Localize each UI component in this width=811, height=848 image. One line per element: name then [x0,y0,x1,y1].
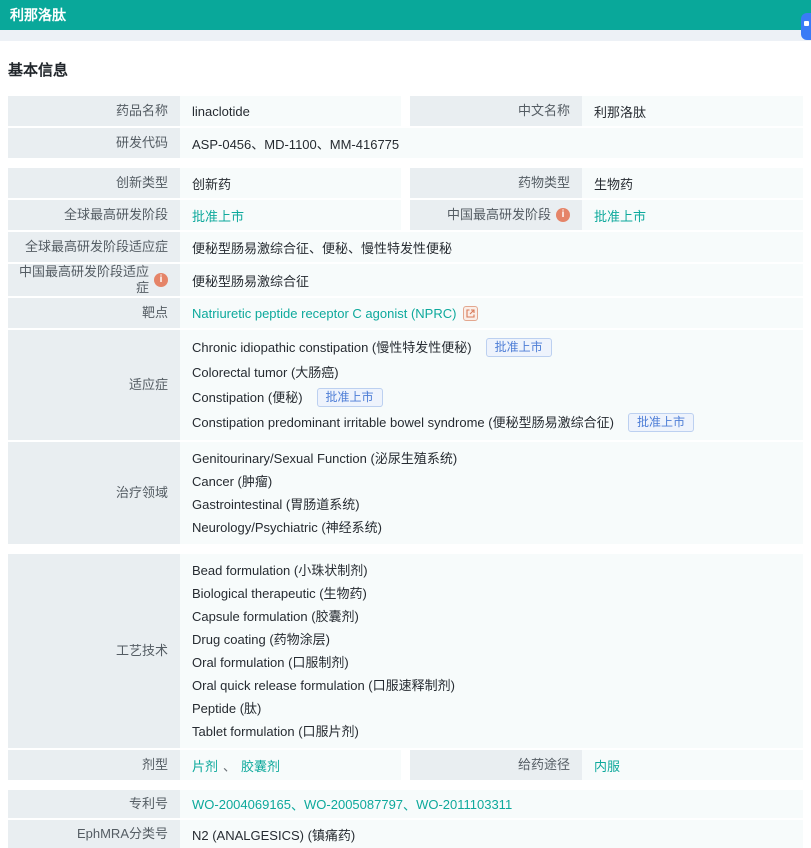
row-target: 靶点 Natriuretic peptide receptor C agonis… [8,298,803,328]
innovation-type-value: 创新药 [180,168,401,198]
drug-name-value: linaclotide [180,96,401,126]
info-icon[interactable]: i [154,273,168,287]
patent-link[interactable]: WO-2004069165 [192,797,291,812]
global-stage-link[interactable]: 批准上市 [192,206,244,225]
list-item: Peptide (肽) [192,701,262,716]
cn-stage-indication-value: 便秘型肠易激综合征 [180,264,803,296]
row-rd-code: 研发代码 ASP-0456、MD-1100、MM-416775 [8,128,803,158]
list-item: Chronic idiopathic constipation (慢性特发性便秘… [192,335,552,360]
cn-stage-link[interactable]: 批准上市 [594,206,646,225]
technologies-label: 工艺技术 [8,554,180,748]
row-innovation-type: 创新类型 创新药 药物类型 生物药 [8,168,803,198]
list-item: Capsule formulation (胶囊剂) [192,609,359,624]
indications-label: 适应症 [8,330,180,440]
list-item: Colorectal tumor (大肠癌) [192,360,339,385]
section-title: 基本信息 [8,62,69,79]
row-indications: 适应症 Chronic idiopathic constipation (慢性特… [8,330,803,440]
rd-code-label: 研发代码 [8,128,180,158]
external-link-icon[interactable] [463,305,479,321]
list-item: Cancer (肿瘤) [192,474,273,489]
list-item: Oral quick release formulation (口服速释制剂) [192,678,455,693]
status-badge: 批准上市 [316,388,383,407]
list-item: Tablet formulation (口服片剂) [192,724,359,739]
dosage-form-label: 剂型 [8,750,180,780]
list-item: Genitourinary/Sexual Function (泌尿生殖系统) [192,451,458,466]
row-global-stage-indication: 全球最高研发阶段适应症 便秘型肠易激综合征、便秘、慢性特发性便秘 [8,232,803,262]
page-header: 利那洛肽 [0,0,811,30]
route-link[interactable]: 内服 [594,756,620,775]
list-item: Biological therapeutic (生物药) [192,586,367,601]
feedback-button[interactable] [801,13,811,40]
drug-name-label: 药品名称 [8,96,180,126]
header-underband [0,30,811,41]
row-highest-stage: 全球最高研发阶段 批准上市 中国最高研发阶段 i 批准上市 [8,200,803,230]
global-stage-indication-value: 便秘型肠易激综合征、便秘、慢性特发性便秘 [180,232,803,262]
info-icon[interactable]: i [556,208,570,222]
row-drug-name: 药品名称 linaclotide 中文名称 利那洛肽 [8,96,803,126]
status-badge: 批准上市 [485,338,552,357]
row-patents: 专利号 WO-2004069165、 WO-2005087797、 WO-20111… [8,790,803,818]
row-ephmra: EphMRA分类号 N2 (ANALGESICS) (镇痛药) [8,820,803,848]
therapy-areas-label: 治疗领域 [8,442,180,544]
cn-stage-label: 中国最高研发阶段 i [410,200,582,230]
patents-label: 专利号 [8,790,180,818]
separator: 、 [291,797,305,813]
innovation-type-label: 创新类型 [8,168,180,198]
row-dosage-route: 剂型 片剂 、 胶囊剂 给药途径 内服 [8,750,803,780]
cn-name-value: 利那洛肽 [582,96,803,126]
dosage-form-link[interactable]: 片剂 [192,756,218,775]
dosage-form-link[interactable]: 胶囊剂 [241,756,280,775]
route-label: 给药途径 [410,750,582,780]
list-item: Drug coating (药物涂层) [192,632,330,647]
indication-text: Constipation predominant irritable bowel… [192,415,614,430]
row-technologies: 工艺技术 Bead formulation (小珠状制剂) Biological… [8,554,803,748]
separator: 、 [223,758,237,774]
row-cn-stage-indication: 中国最高研发阶段适应症 i 便秘型肠易激综合征 [8,264,803,296]
page-title: 利那洛肽 [10,7,66,23]
ephmra-value: N2 (ANALGESICS) (镇痛药) [180,820,803,848]
separator: 、 [403,797,417,813]
global-stage-label: 全球最高研发阶段 [8,200,180,230]
global-stage-indication-label: 全球最高研发阶段适应症 [8,232,180,262]
indication-text: Colorectal tumor (大肠癌) [192,365,339,380]
indication-text: Constipation (便秘) [192,390,303,405]
basic-info-panel: 基本信息 药品名称 linaclotide 中文名称 利那洛肽 研发代码 ASP… [0,41,811,848]
drug-type-label: 药物类型 [410,168,582,198]
drug-type-value: 生物药 [582,168,803,198]
list-item: Oral formulation (口服制剂) [192,655,349,670]
patent-link[interactable]: WO-2011103311 [416,797,512,812]
patent-link[interactable]: WO-2005087797 [304,797,403,812]
list-item: Gastrointestinal (胃肠道系统) [192,497,360,512]
list-item: Constipation (便秘) 批准上市 [192,385,383,410]
ephmra-label: EphMRA分类号 [8,820,180,848]
list-item: Bead formulation (小珠状制剂) [192,563,368,578]
status-badge: 批准上市 [627,413,694,432]
rd-code-value: ASP-0456、MD-1100、MM-416775 [180,128,803,158]
target-link[interactable]: Natriuretic peptide receptor C agonist (… [192,306,456,321]
indication-text: Chronic idiopathic constipation (慢性特发性便秘… [192,340,472,355]
target-label: 靶点 [8,298,180,328]
list-item: Constipation predominant irritable bowel… [192,410,694,435]
cn-name-label: 中文名称 [410,96,582,126]
row-therapy-areas: 治疗领域 Genitourinary/Sexual Function (泌尿生殖… [8,442,803,544]
cn-stage-indication-label: 中国最高研发阶段适应症 i [8,264,180,296]
list-item: Neurology/Psychiatric (神经系统) [192,520,382,535]
